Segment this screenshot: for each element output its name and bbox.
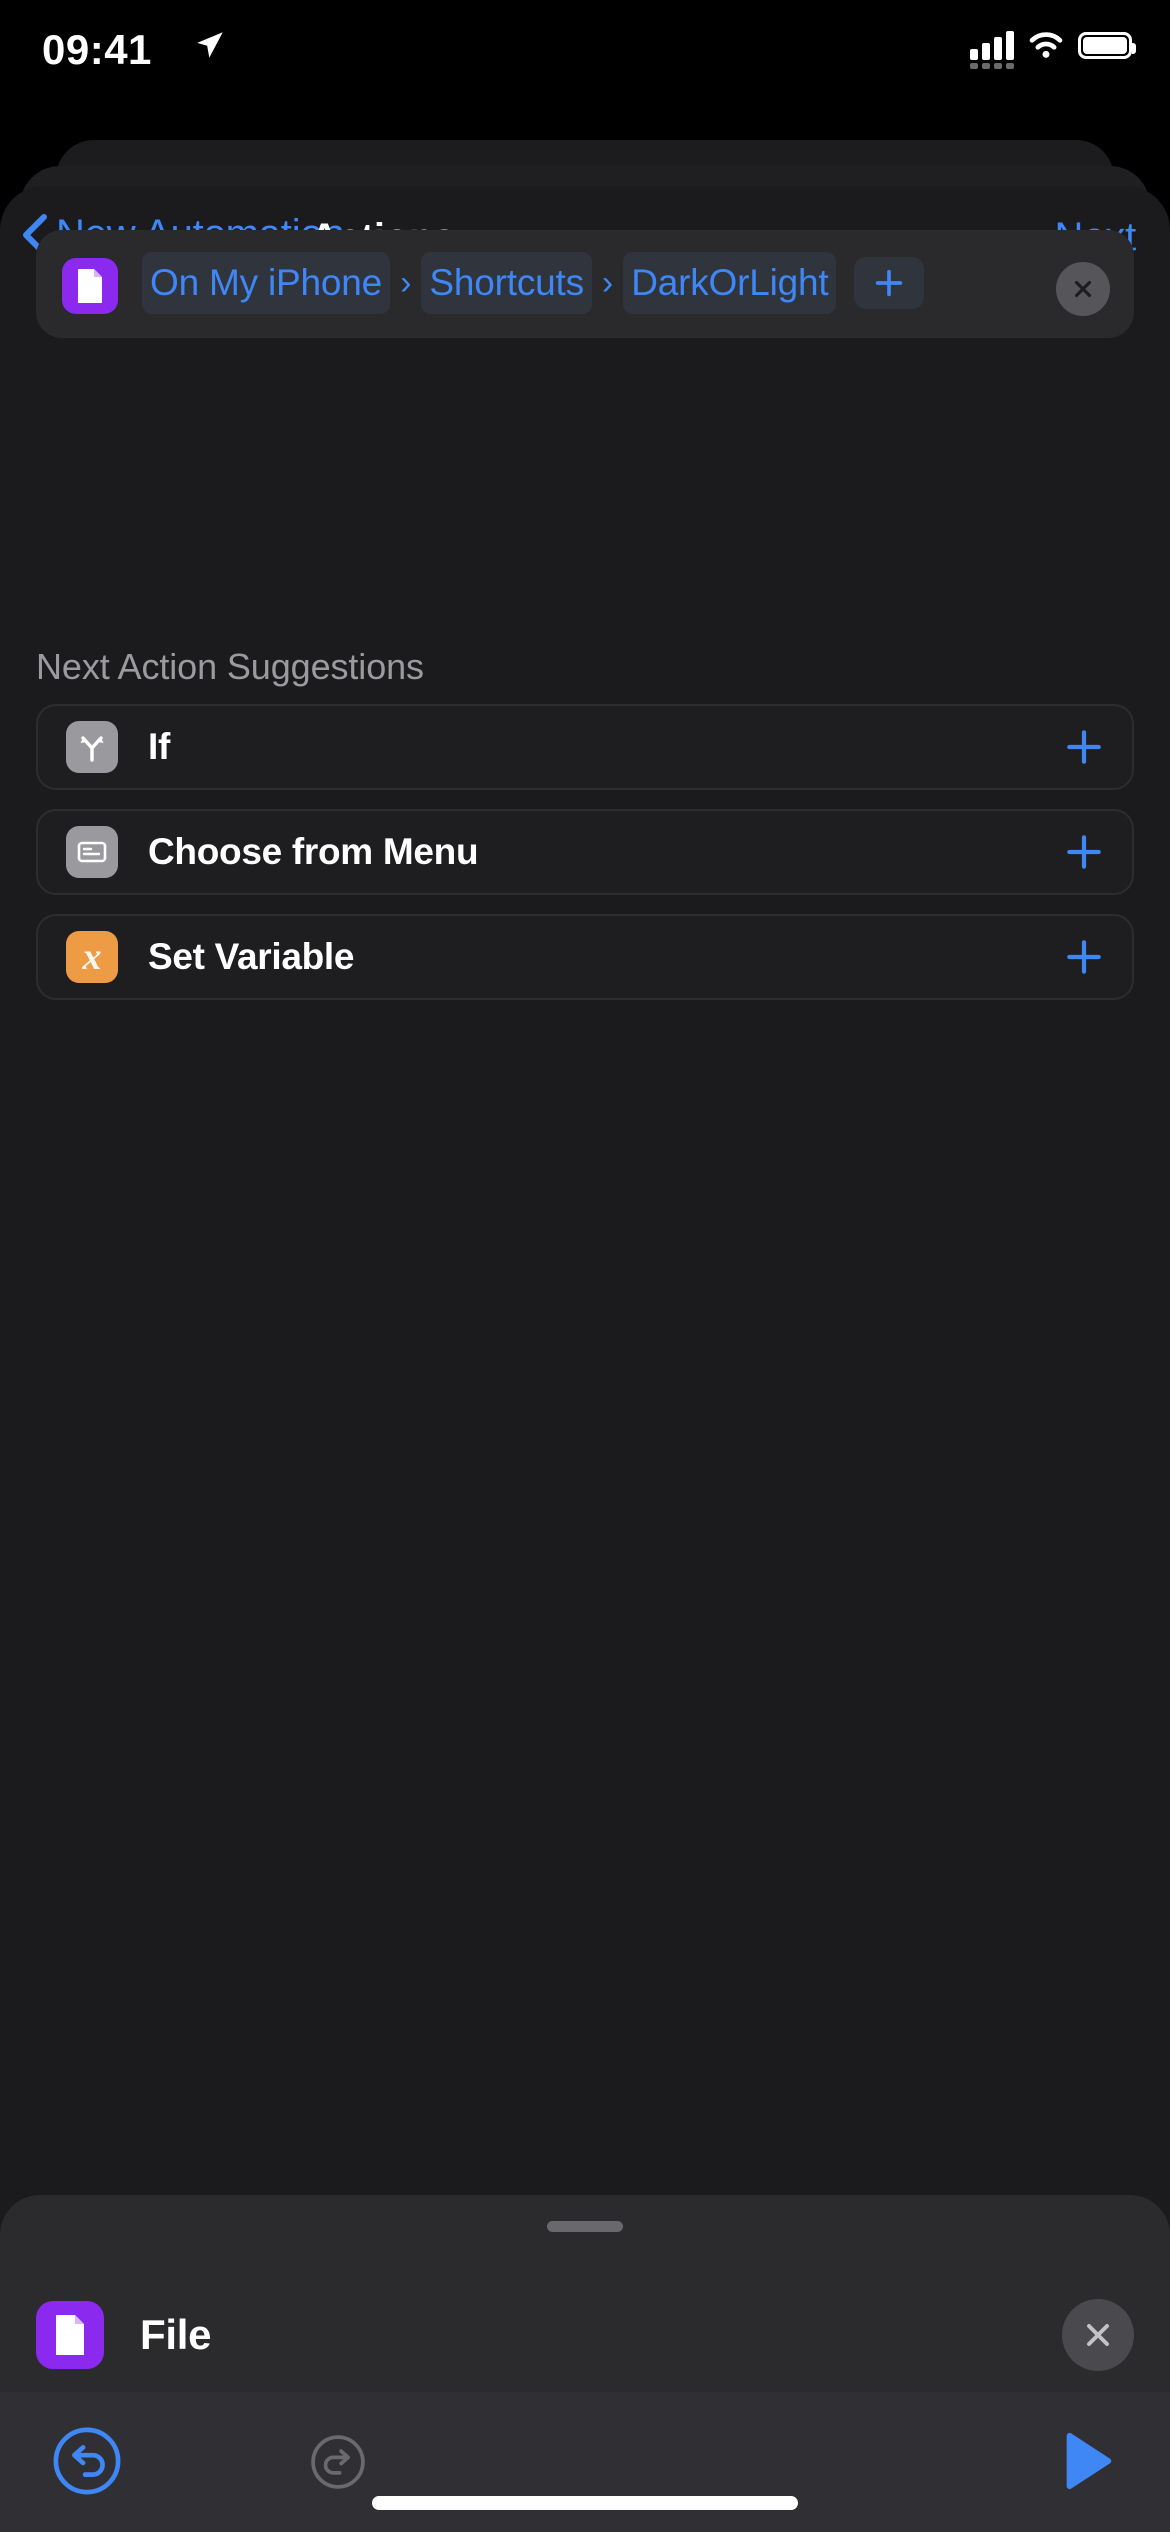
- wifi-icon: [1029, 32, 1063, 58]
- run-shortcut-button[interactable]: [1056, 2430, 1118, 2492]
- suggestions-header: Next Action Suggestions: [36, 646, 424, 687]
- variable-x-icon: x: [66, 931, 118, 983]
- sheet-close-button[interactable]: [1062, 2299, 1134, 2371]
- actions-screen: New Automation Actions Next On My iPhone…: [0, 186, 1170, 2532]
- add-suggestion-button[interactable]: [1062, 935, 1106, 979]
- action-detail-sheet: File: [0, 2195, 1170, 2532]
- battery-full-icon: [1078, 31, 1136, 59]
- close-x-icon: [1087, 2324, 1109, 2346]
- add-path-token-button[interactable]: [854, 257, 925, 309]
- status-bar-time: 09:41: [42, 26, 152, 73]
- branch-arrows-icon: [66, 721, 118, 773]
- file-document-icon: [62, 258, 118, 314]
- location-arrow-icon: [197, 32, 223, 58]
- sheet-header-row: File: [36, 2279, 1134, 2391]
- variable-x-glyph: x: [82, 936, 102, 978]
- remove-action-button[interactable]: [1056, 262, 1110, 316]
- plus-icon: [876, 269, 903, 297]
- path-token-2[interactable]: DarkOrLight: [623, 252, 837, 314]
- suggestion-label: Choose from Menu: [148, 831, 479, 872]
- close-x-icon: [1074, 280, 1092, 298]
- editor-toolbar: [0, 2392, 1170, 2532]
- suggestion-row-if[interactable]: If: [36, 704, 1134, 790]
- home-indicator: [372, 2496, 798, 2510]
- menu-list-icon: [66, 826, 118, 878]
- suggestion-label: Set Variable: [148, 936, 355, 977]
- path-token-1[interactable]: Shortcuts: [421, 252, 592, 314]
- suggestion-row-choose-from-menu[interactable]: Choose from Menu: [36, 809, 1134, 895]
- status-bar-indicators: [970, 30, 1136, 69]
- redo-circle-icon[interactable]: [310, 2434, 366, 2490]
- undo-circle-icon[interactable]: [52, 2426, 122, 2496]
- sheet-title: File: [140, 2311, 212, 2358]
- chevron-right-icon: ›: [601, 264, 614, 302]
- file-path-breadcrumb: On My iPhone › Shortcuts › DarkOrLight: [118, 252, 1056, 314]
- suggestion-row-set-variable[interactable]: x Set Variable: [36, 914, 1134, 1000]
- add-suggestion-button[interactable]: [1062, 830, 1106, 874]
- chevron-right-icon: ›: [400, 264, 412, 302]
- file-document-icon: [36, 2301, 104, 2369]
- cellular-signal-icon: [970, 30, 1014, 69]
- suggestions-list: If Choose from Menu x Set Variable: [36, 704, 1134, 1019]
- suggestion-label: If: [148, 726, 171, 767]
- status-bar: 09:41: [0, 0, 1170, 104]
- file-action-card[interactable]: On My iPhone › Shortcuts › DarkOrLight: [36, 230, 1134, 338]
- path-token-0[interactable]: On My iPhone: [142, 252, 391, 314]
- drag-handle[interactable]: [547, 2221, 623, 2232]
- add-suggestion-button[interactable]: [1062, 725, 1106, 769]
